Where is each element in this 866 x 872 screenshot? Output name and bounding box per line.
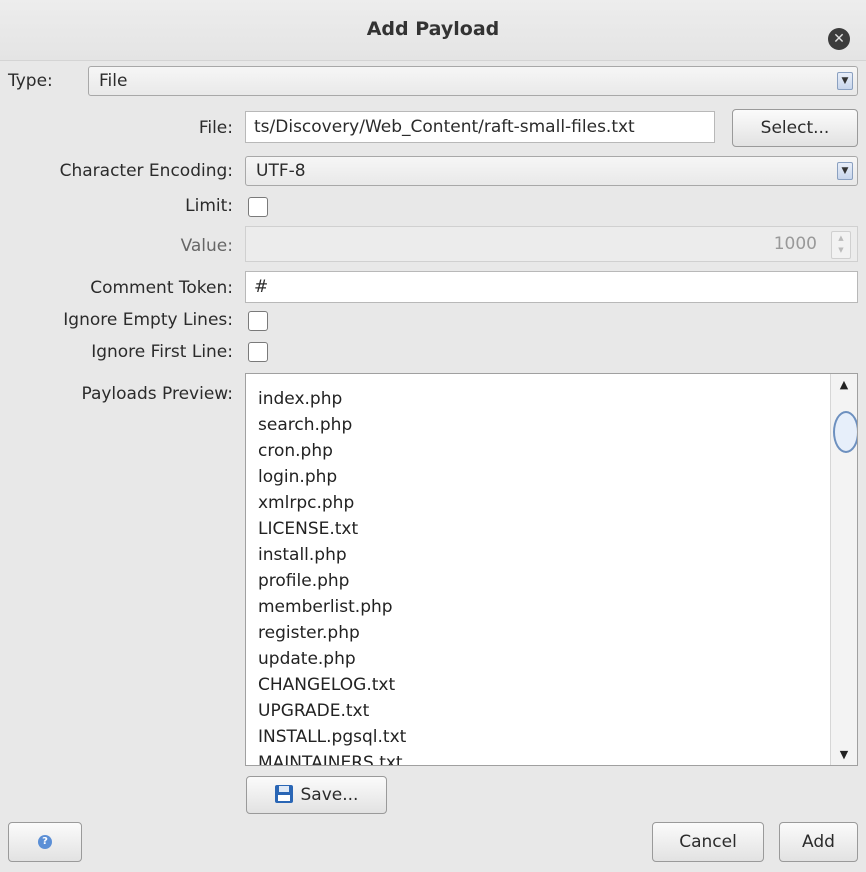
comment-token-field[interactable]: # — [245, 271, 858, 303]
list-item[interactable]: memberlist.php — [258, 594, 857, 620]
add-button[interactable]: Add — [779, 822, 858, 862]
type-select[interactable]: File ▼ — [88, 66, 858, 96]
save-button-label: Save... — [300, 785, 359, 805]
floppy-disk-icon — [274, 785, 293, 803]
list-item[interactable]: update.php — [258, 646, 857, 672]
dialog-title: Add Payload — [366, 18, 500, 40]
help-button[interactable]: ? — [8, 822, 82, 862]
list-item[interactable]: INSTALL.pgsql.txt — [258, 724, 857, 750]
list-item[interactable]: UPGRADE.txt — [258, 698, 857, 724]
scrollbar-thumb[interactable] — [833, 411, 857, 453]
file-label: File: — [198, 118, 233, 138]
save-button[interactable]: Save... — [246, 776, 387, 814]
list-item[interactable]: xmlrpc.php — [258, 490, 857, 516]
select-file-button[interactable]: Select... — [732, 109, 858, 147]
list-item[interactable]: search.php — [258, 412, 857, 438]
title-bar: Add Payload ✕ — [0, 0, 866, 61]
scroll-down-icon[interactable]: ▼ — [831, 748, 857, 761]
list-item[interactable]: cron.php — [258, 438, 857, 464]
close-icon[interactable]: ✕ — [828, 28, 850, 50]
help-icon: ? — [38, 835, 52, 849]
type-select-value: File — [99, 71, 128, 91]
type-label: Type: — [8, 71, 53, 91]
preview-label: Payloads Preview: — [81, 384, 233, 404]
spinner-arrows-icon: ▲ ▼ — [831, 231, 851, 259]
ignore-empty-checkbox[interactable] — [248, 311, 268, 331]
list-item[interactable]: profile.php — [258, 568, 857, 594]
limit-checkbox[interactable] — [248, 197, 268, 217]
list-item[interactable]: register.php — [258, 620, 857, 646]
scroll-up-icon[interactable]: ▲ — [831, 378, 857, 391]
ignore-first-label: Ignore First Line: — [91, 342, 233, 362]
cancel-button[interactable]: Cancel — [652, 822, 764, 862]
list-item[interactable]: login.php — [258, 464, 857, 490]
list-item[interactable]: index.php — [258, 386, 857, 412]
preview-scrollbar[interactable]: ▲ ▼ — [830, 374, 857, 765]
value-spinner-value: 1000 — [773, 234, 817, 254]
encoding-label: Character Encoding: — [59, 161, 233, 181]
chevron-down-icon[interactable]: ▼ — [837, 72, 853, 90]
value-spinner: 1000 ▲ ▼ — [245, 226, 858, 262]
list-item[interactable]: MAINTAINERS.txt — [258, 750, 857, 765]
chevron-down-icon[interactable]: ▼ — [837, 162, 853, 180]
ignore-empty-label: Ignore Empty Lines: — [63, 310, 233, 330]
payloads-preview-list[interactable]: index.php search.php cron.php login.php … — [245, 373, 858, 766]
list-item[interactable]: LICENSE.txt — [258, 516, 857, 542]
limit-label: Limit: — [185, 196, 233, 216]
comment-token-label: Comment Token: — [90, 278, 233, 298]
value-label: Value: — [180, 236, 233, 256]
ignore-first-checkbox[interactable] — [248, 342, 268, 362]
encoding-select-value: UTF-8 — [256, 161, 306, 181]
encoding-select[interactable]: UTF-8 ▼ — [245, 156, 858, 186]
list-item[interactable]: install.php — [258, 542, 857, 568]
file-path-field[interactable]: ts/Discovery/Web_Content/raft-small-file… — [245, 111, 715, 143]
list-item[interactable]: CHANGELOG.txt — [258, 672, 857, 698]
